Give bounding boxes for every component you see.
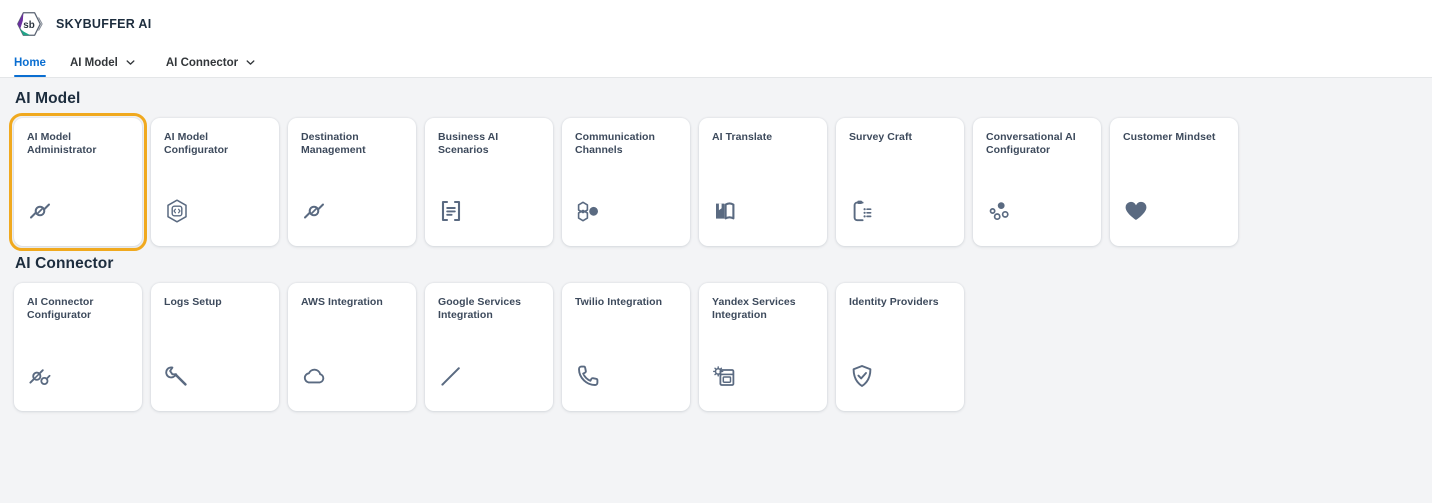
tile-title: Survey Craft (849, 131, 913, 143)
form-document-icon (438, 198, 464, 224)
plug-connector-icon (27, 363, 53, 389)
tile-row: AI Connector Configurator Logs Setup AWS… (14, 283, 1418, 411)
link-node-icon (301, 198, 327, 224)
dot-cluster-icon (986, 198, 1012, 224)
phone-icon (575, 363, 601, 389)
cloud-icon (301, 363, 327, 389)
hexagon-nodes-icon (575, 198, 601, 224)
tile-ai-model-configurator[interactable]: AI Model Configurator (151, 118, 279, 246)
tile-ai-translate[interactable]: AI Translate (699, 118, 827, 246)
nav-item-ai-connector[interactable]: AI Connector (166, 48, 270, 77)
tile-row: AI Model Administrator AI Model Configur… (9, 113, 1418, 251)
group-title: AI Connector (15, 255, 114, 272)
tile-title: AI Model Administrator (27, 131, 97, 156)
group-ai-connector: AI Connector AI Connector Configurator L… (14, 255, 1418, 411)
tile-communication-channels[interactable]: Communication Channels (562, 118, 690, 246)
tile-business-ai-scenarios[interactable]: Business AI Scenarios (425, 118, 553, 246)
tile-identity-providers[interactable]: Identity Providers (836, 283, 964, 411)
tile-aws-integration[interactable]: AWS Integration (288, 283, 416, 411)
tile-customer-mindset[interactable]: Customer Mindset (1110, 118, 1238, 246)
tile-destination-management[interactable]: Destination Management (288, 118, 416, 246)
main-navigation: Home AI Model AI Connector (0, 48, 1432, 78)
hexagon-code-icon (164, 198, 190, 224)
group-title: AI Model (15, 90, 81, 107)
brand[interactable]: sb SKYBUFFER AI (14, 9, 152, 39)
tile-title: AI Model Configurator (164, 131, 229, 156)
tile-title: AWS Integration (301, 296, 383, 308)
shield-check-icon (849, 363, 875, 389)
tile-google-services-integration[interactable]: Google Services Integration (425, 283, 553, 411)
app-header: sb SKYBUFFER AI (0, 0, 1432, 48)
link-node-icon (27, 198, 53, 224)
tile-yandex-services-integration[interactable]: Yandex Services Integration (699, 283, 827, 411)
chevron-down-icon (125, 57, 136, 68)
nav-item-label: AI Connector (165, 56, 239, 69)
tile-title: Logs Setup (164, 296, 222, 308)
nav-item-home[interactable]: Home (14, 48, 46, 77)
brand-name: SKYBUFFER AI (56, 17, 152, 31)
tile-title: Business AI Scenarios (438, 131, 499, 156)
nav-item-label: Home (14, 56, 46, 69)
clipboard-list-icon (849, 198, 875, 224)
tile-title: Twilio Integration (575, 296, 663, 308)
nav-item-label: AI Model (69, 56, 118, 69)
nav-item-ai-model[interactable]: AI Model (70, 48, 150, 77)
tile-title: Yandex Services Integration (712, 296, 796, 321)
diagonal-line-icon (438, 363, 464, 389)
tile-title: AI Translate (712, 131, 773, 143)
tile-ai-model-administrator[interactable]: AI Model Administrator (9, 113, 147, 251)
tile-logs-setup[interactable]: Logs Setup (151, 283, 279, 411)
tile-title: Google Services Integration (438, 296, 522, 321)
tile-title: Destination Management (301, 131, 366, 156)
svg-text:sb: sb (23, 20, 34, 31)
wrench-icon (164, 363, 190, 389)
tile-ai-connector-configurator[interactable]: AI Connector Configurator (14, 283, 142, 411)
skybuffer-hexagon-logo-icon: sb (14, 9, 44, 39)
tile-conversational-ai-configurator[interactable]: Conversational AI Configurator (973, 118, 1101, 246)
tile-title: Customer Mindset (1123, 131, 1216, 143)
group-ai-model: AI Model AI Model Administrator AI Model… (9, 90, 1418, 251)
tile-twilio-integration[interactable]: Twilio Integration (562, 283, 690, 411)
tile-title: Conversational AI Configurator (986, 131, 1076, 156)
tile-title: Communication Channels (575, 131, 655, 156)
chevron-down-icon (245, 57, 256, 68)
tile-title: AI Connector Configurator (27, 296, 94, 321)
document-gear-icon (712, 363, 738, 389)
tile-survey-craft[interactable]: Survey Craft (836, 118, 964, 246)
launchpad-content: AI Model AI Model Administrator AI Model… (0, 78, 1432, 411)
open-book-icon (712, 198, 738, 224)
tile-title: Identity Providers (849, 296, 939, 308)
heart-icon (1123, 198, 1149, 224)
